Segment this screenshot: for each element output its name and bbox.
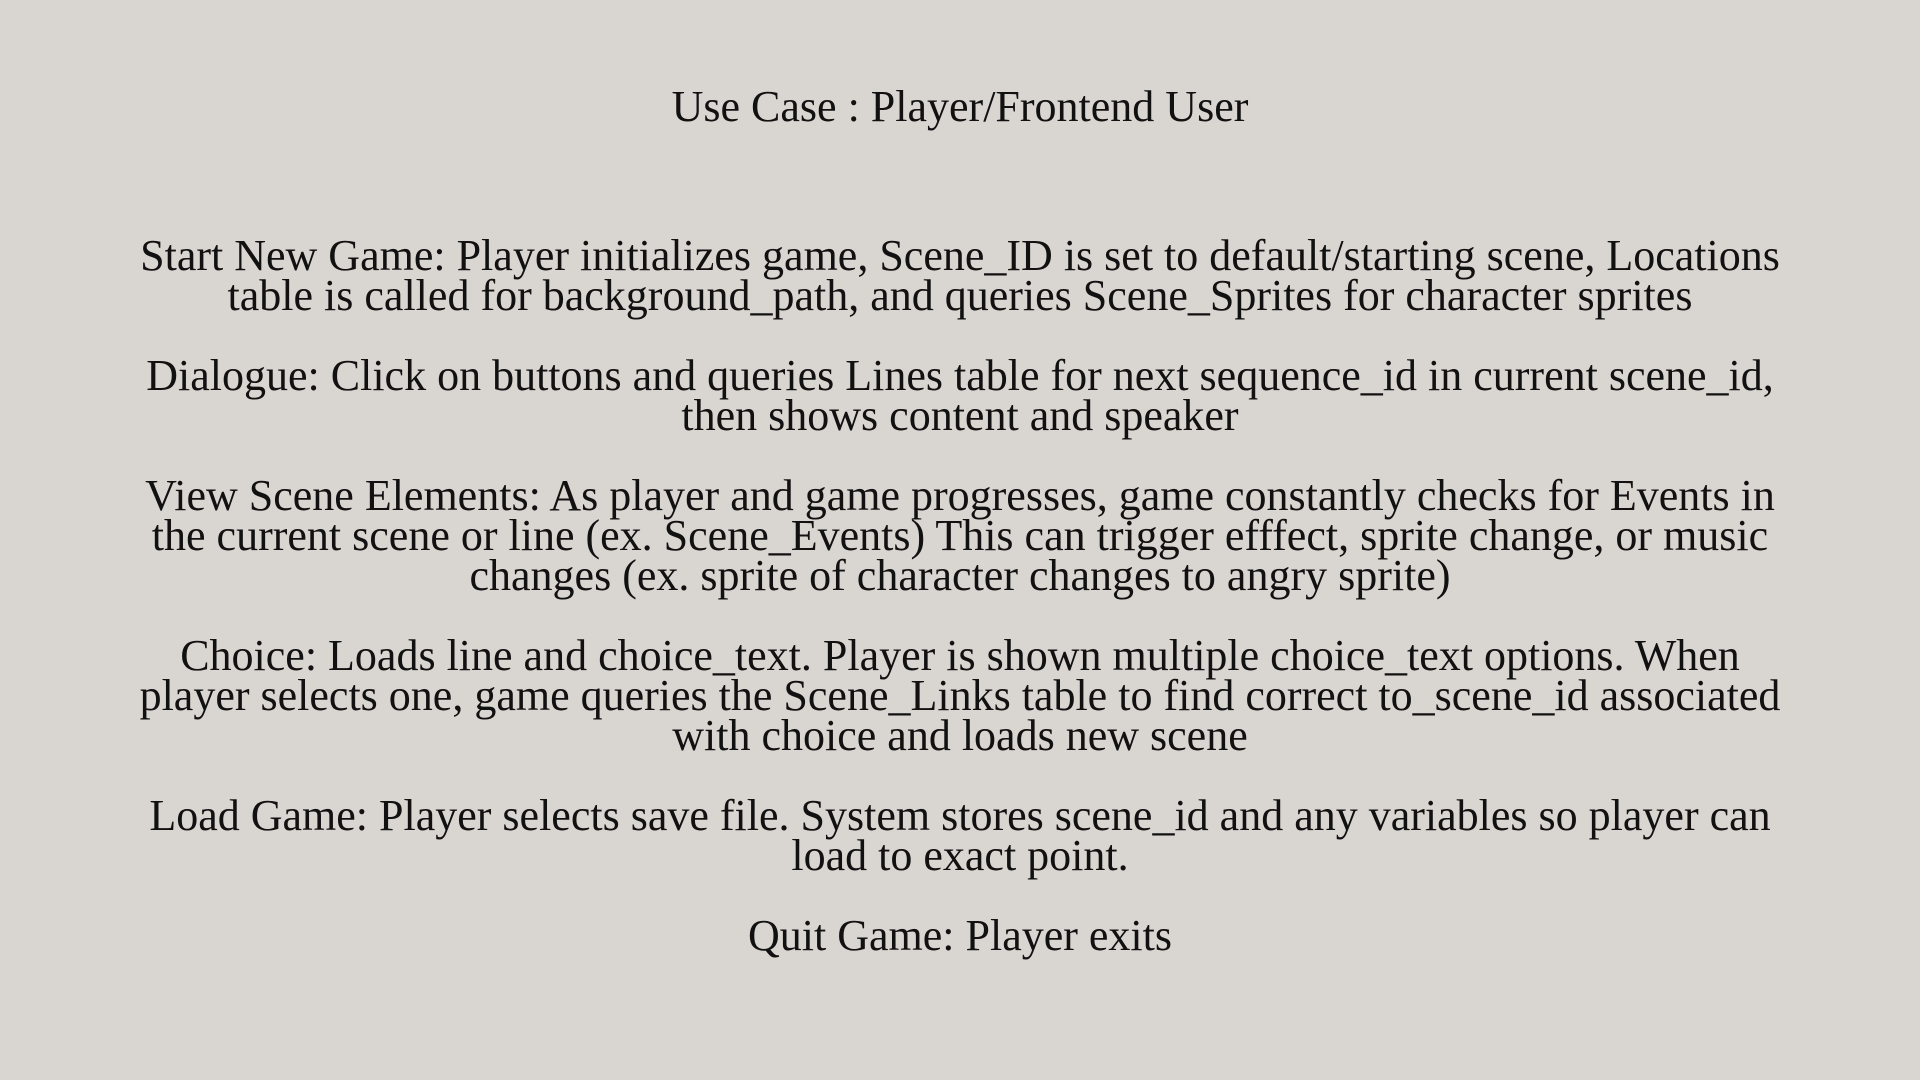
use-case-load-game: Load Game: Player selects save file. Sys…: [149, 791, 1771, 880]
use-case-start-new-game: Start New Game: Player initializes game,…: [140, 231, 1780, 320]
page-title: Use Case : Player/Frontend User: [671, 82, 1249, 131]
use-case-choice: Choice: Loads line and choice_text. Play…: [139, 631, 1781, 760]
use-case-view-scene-elements: View Scene Elements: As player and game …: [145, 471, 1775, 600]
document-page: Use Case : Player/Frontend User Start Ne…: [0, 0, 1920, 1080]
use-case-quit-game: Quit Game: Player exits: [747, 911, 1172, 960]
use-case-list: Start New Game: Player initializes game,…: [0, 231, 1920, 996]
use-case-dialogue: Dialogue: Click on buttons and queries L…: [146, 351, 1774, 440]
